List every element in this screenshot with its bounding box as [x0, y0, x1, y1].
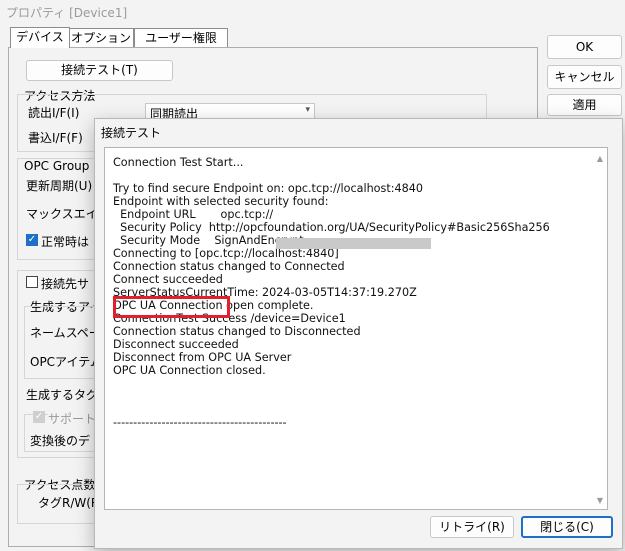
namespace-label: ネームスペー — [30, 326, 101, 340]
chevron-down-icon: ▾ — [305, 105, 310, 115]
tab-options[interactable]: オプション — [68, 28, 134, 47]
support-checkbox[interactable]: ✓ — [33, 411, 45, 423]
close-button[interactable]: 閉じる(C) — [521, 516, 613, 538]
window-title: プロパティ [Device1] — [6, 6, 128, 20]
scroll-down-icon[interactable]: ▼ — [597, 496, 603, 505]
update-period-label: 更新周期(U) — [26, 179, 93, 193]
redacted-endpoint-host — [276, 238, 431, 249]
opc-item-label: OPCアイテム — [30, 355, 102, 369]
normal-checkbox[interactable]: ✓ — [26, 234, 38, 246]
connection-test-dialog: 接続テスト Connection Test Start... Try to fi… — [94, 118, 623, 549]
tab-device[interactable]: デバイス — [10, 27, 70, 48]
opc-group-label: OPC Group — [24, 159, 90, 173]
apply-button[interactable]: 適用 — [547, 94, 622, 116]
converted-label: 変換後のデ — [30, 434, 91, 448]
write-if-label: 書込I/F(F) — [28, 131, 83, 145]
support-label: サポート — [48, 410, 97, 427]
normal-label: 正常時は — [41, 235, 90, 249]
tab-user-permissions[interactable]: ユーザー権限 — [134, 28, 228, 47]
connect-target-checkbox[interactable] — [26, 276, 38, 288]
ok-button[interactable]: OK — [547, 35, 622, 59]
dialog-title: 接続テスト — [101, 126, 162, 140]
title-bar: プロパティ [Device1] — [0, 0, 625, 24]
scroll-up-icon[interactable]: ▲ — [597, 154, 603, 163]
retry-button[interactable]: リトライ(R) — [430, 516, 514, 538]
connect-test-button[interactable]: 接続テスト(T) — [26, 60, 173, 81]
log-output[interactable]: Connection Test Start... Try to find sec… — [104, 147, 608, 510]
log-text: Connection Test Start... Try to find sec… — [113, 156, 550, 429]
cancel-button[interactable]: キャンセル — [547, 65, 622, 89]
tag-rw-label: タグR/W(R — [38, 496, 100, 510]
highlight-box — [113, 296, 230, 318]
connect-target-label: 接続先サ — [41, 275, 90, 292]
read-if-label: 読出I/F(I) — [28, 106, 80, 120]
